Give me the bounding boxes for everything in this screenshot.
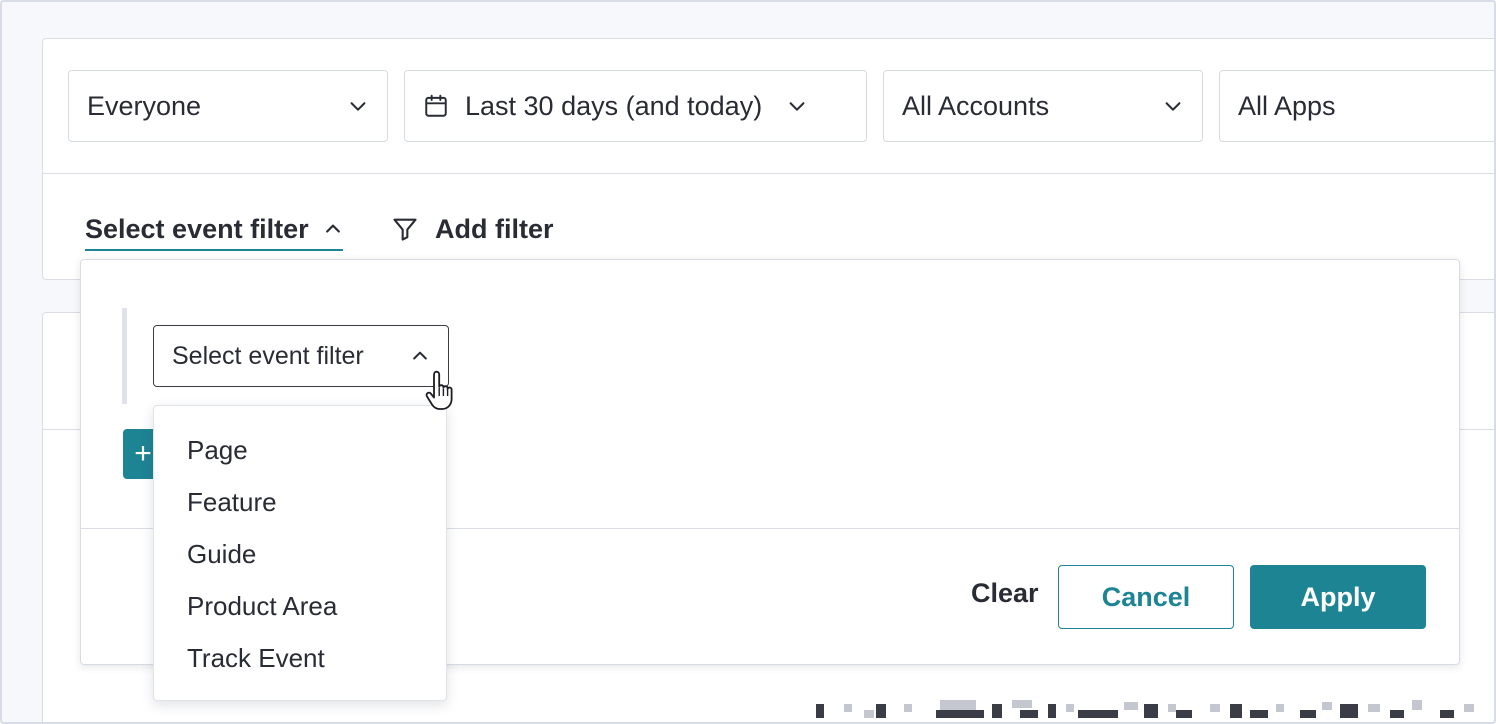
event-filter-tab-label: Select event filter <box>85 213 309 244</box>
chevron-down-icon <box>789 102 805 111</box>
clear-button[interactable]: Clear <box>971 578 1039 609</box>
add-filter-button[interactable]: Add filter <box>391 209 554 249</box>
chevron-down-icon <box>350 102 366 111</box>
event-filter-select[interactable]: Select event filter <box>153 325 449 387</box>
menu-item-page[interactable]: Page <box>154 424 446 476</box>
apply-button[interactable]: Apply <box>1250 565 1426 629</box>
apps-select-label: All Apps <box>1238 90 1336 121</box>
add-filter-label: Add filter <box>435 213 554 244</box>
segment-select-label: Everyone <box>87 90 202 121</box>
add-row-symbol: + <box>134 437 152 470</box>
obscured-content <box>780 690 1496 724</box>
filter-row-rail <box>122 308 127 404</box>
chevron-down-icon <box>1165 102 1181 111</box>
chevron-up-icon <box>413 351 427 360</box>
menu-item-feature[interactable]: Feature <box>154 476 446 528</box>
menu-item-track-event[interactable]: Track Event <box>154 632 446 684</box>
hand-pointer-icon <box>425 370 453 410</box>
event-filter-select-label: Select event filter <box>172 341 364 370</box>
accounts-select-label: All Accounts <box>902 90 1050 121</box>
apps-select[interactable]: All Apps <box>1219 70 1496 142</box>
menu-item-product-area[interactable]: Product Area <box>154 580 446 632</box>
filter-bar-card: Everyone Last 30 days (and today) All Ac… <box>42 38 1496 280</box>
event-type-menu: Page Feature Guide Product Area Track Ev… <box>153 405 447 701</box>
funnel-icon <box>393 218 417 241</box>
cancel-button[interactable]: Cancel <box>1058 565 1234 629</box>
event-filter-tab[interactable]: Select event filter <box>85 209 343 251</box>
date-range-label: Last 30 days (and today) <box>465 90 763 121</box>
calendar-icon <box>425 94 447 117</box>
segment-select[interactable]: Everyone <box>68 70 388 142</box>
filter-bar-divider <box>43 173 1496 174</box>
accounts-select[interactable]: All Accounts <box>883 70 1203 142</box>
date-range-select[interactable]: Last 30 days (and today) <box>404 70 867 142</box>
chevron-up-icon <box>325 224 340 233</box>
menu-item-guide[interactable]: Guide <box>154 528 446 580</box>
